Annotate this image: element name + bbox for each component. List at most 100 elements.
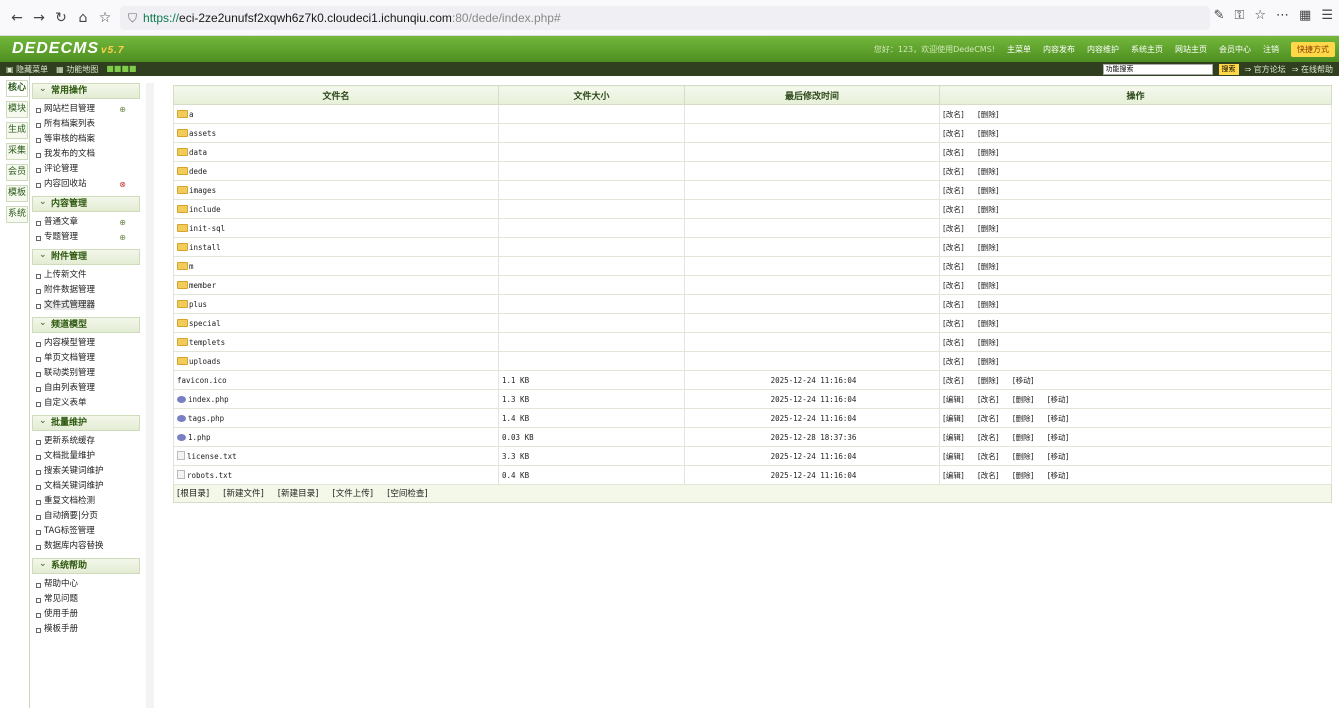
file-op-link[interactable]: [改名]	[943, 319, 964, 328]
file-name-cell[interactable]: favicon.ico	[173, 370, 499, 390]
menu-item[interactable]: 内容回收站 ⊗	[32, 177, 140, 192]
file-op-link[interactable]: [改名]	[978, 433, 999, 442]
file-op-link[interactable]: [删除]	[1013, 433, 1034, 442]
nav-system-home[interactable]: 系统主页	[1131, 44, 1163, 55]
file-op-link[interactable]: [删除]	[978, 110, 999, 119]
menu-item[interactable]: 联动类别管理	[32, 366, 140, 381]
menu-group-title[interactable]: 批量维护	[32, 414, 140, 431]
nav-maintain[interactable]: 内容维护	[1087, 44, 1119, 55]
file-name-cell[interactable]: 1.php	[173, 427, 499, 447]
menu-group-title[interactable]: 内容管理	[32, 195, 140, 212]
tab-5[interactable]: 模板	[6, 185, 28, 202]
search-input[interactable]	[1102, 63, 1213, 75]
tab-4[interactable]: 会员	[6, 164, 28, 181]
key-icon[interactable]: ⚿	[1234, 8, 1244, 23]
file-name-cell[interactable]: dede	[173, 161, 499, 181]
clear-icon[interactable]: ⊗	[119, 177, 126, 192]
menu-item[interactable]: 所有档案列表	[32, 117, 140, 132]
function-map-button[interactable]: ▦ 功能地图	[56, 64, 98, 75]
quick-menu-button[interactable]: 快捷方式	[1291, 41, 1335, 57]
menu-item[interactable]: 数据库内容替换	[32, 539, 140, 554]
menu-group-title[interactable]: 频道模型	[32, 316, 140, 333]
tab-1[interactable]: 模块	[6, 101, 28, 118]
file-name[interactable]: member	[189, 281, 216, 290]
file-op-link[interactable]: [删除]	[1013, 471, 1034, 480]
extension-icon[interactable]: ✎	[1214, 8, 1225, 23]
url-bar[interactable]: ⛉ https:// eci-2ze2unufsf2xqwh6z7k0.clou…	[120, 6, 1210, 30]
bookmark-star-icon[interactable]: ☆	[94, 7, 116, 29]
file-name[interactable]: init-sql	[189, 224, 225, 233]
file-op-link[interactable]: [删除]	[1013, 395, 1034, 404]
menu-item[interactable]: 搜索关键词维护	[32, 464, 140, 479]
menu-item[interactable]: 文件式管理器	[32, 298, 140, 313]
file-name-cell[interactable]: plus	[173, 294, 499, 314]
file-name-cell[interactable]: tags.php	[173, 408, 499, 428]
file-name-cell[interactable]: index.php	[173, 389, 499, 409]
hide-menu-button[interactable]: ▣ 隐藏菜单	[6, 64, 48, 75]
reload-icon[interactable]: ↻	[50, 7, 72, 29]
menu-item[interactable]: 附件数据管理	[32, 283, 140, 298]
file-op-link[interactable]: [改名]	[978, 414, 999, 423]
menu-item[interactable]: 评论管理	[32, 162, 140, 177]
file-name-cell[interactable]: member	[173, 275, 499, 295]
file-name-cell[interactable]: a	[173, 104, 499, 124]
back-icon[interactable]: ←	[6, 7, 28, 29]
file-op-link[interactable]: [移动]	[1048, 414, 1069, 423]
file-op-link[interactable]: [删除]	[978, 357, 999, 366]
file-name-cell[interactable]: license.txt	[173, 446, 499, 466]
file-op-link[interactable]: [改名]	[943, 338, 964, 347]
file-op-link[interactable]: [移动]	[1048, 471, 1069, 480]
menu-item[interactable]: 单页文档管理	[32, 351, 140, 366]
menu-icon[interactable]: ☰	[1321, 8, 1333, 23]
file-op-link[interactable]: [移动]	[1048, 395, 1069, 404]
nav-site-home[interactable]: 网站主页	[1175, 44, 1207, 55]
file-name[interactable]: plus	[189, 300, 207, 309]
file-name-cell[interactable]: templets	[173, 332, 499, 352]
file-op-link[interactable]: [删除]	[978, 167, 999, 176]
file-op-link[interactable]: [移动]	[1048, 452, 1069, 461]
star-icon[interactable]: ☆	[1254, 8, 1266, 23]
file-op-link[interactable]: [编辑]	[943, 471, 964, 480]
menu-group-title[interactable]: 附件管理	[32, 248, 140, 265]
file-op-link[interactable]: [改名]	[943, 167, 964, 176]
menu-item[interactable]: 重复文档检测	[32, 494, 140, 509]
file-op-link[interactable]: [改名]	[943, 224, 964, 233]
file-op-link[interactable]: [删除]	[978, 148, 999, 157]
file-op-link[interactable]: [删除]	[1013, 414, 1034, 423]
forum-link[interactable]: ⇒ 官方论坛	[1245, 64, 1286, 75]
file-name[interactable]: assets	[189, 129, 216, 138]
add-icon[interactable]: ⊕	[119, 215, 126, 230]
file-name-cell[interactable]: init-sql	[173, 218, 499, 238]
menu-item[interactable]: 文档批量维护	[32, 449, 140, 464]
nav-member-center[interactable]: 会员中心	[1219, 44, 1251, 55]
search-button[interactable]: 搜索	[1218, 63, 1239, 75]
file-op-link[interactable]: [改名]	[943, 148, 964, 157]
file-op-link[interactable]: [移动]	[1048, 433, 1069, 442]
file-name[interactable]: special	[189, 319, 221, 328]
file-op-link[interactable]: [移动]	[1013, 376, 1034, 385]
menu-item[interactable]: 自由列表管理	[32, 381, 140, 396]
file-op-link[interactable]: [改名]	[943, 186, 964, 195]
file-op-link[interactable]: [改名]	[978, 452, 999, 461]
nav-publish[interactable]: 内容发布	[1043, 44, 1075, 55]
file-name-cell[interactable]: robots.txt	[173, 465, 499, 485]
file-name[interactable]: images	[189, 186, 216, 195]
file-op-link[interactable]: [改名]	[943, 243, 964, 252]
menu-item[interactable]: TAG标签管理	[32, 524, 140, 539]
menu-group-title[interactable]: 系统帮助	[32, 557, 140, 574]
footer-action-link[interactable]: [新建目录]	[278, 489, 319, 499]
file-op-link[interactable]: [改名]	[943, 281, 964, 290]
forward-icon[interactable]: →	[28, 7, 50, 29]
file-op-link[interactable]: [改名]	[978, 471, 999, 480]
file-op-link[interactable]: [改名]	[943, 262, 964, 271]
file-name-cell[interactable]: data	[173, 142, 499, 162]
nav-main-menu[interactable]: 主菜单	[1007, 44, 1031, 55]
menu-group-title[interactable]: 常用操作	[32, 82, 140, 99]
menu-item[interactable]: 更新系统缓存	[32, 434, 140, 449]
menu-item[interactable]: 专题管理 ⊕	[32, 230, 140, 245]
file-name-cell[interactable]: images	[173, 180, 499, 200]
file-op-link[interactable]: [编辑]	[943, 395, 964, 404]
file-op-link[interactable]: [改名]	[943, 357, 964, 366]
menu-item[interactable]: 文档关键词维护	[32, 479, 140, 494]
file-name[interactable]: data	[189, 148, 207, 157]
